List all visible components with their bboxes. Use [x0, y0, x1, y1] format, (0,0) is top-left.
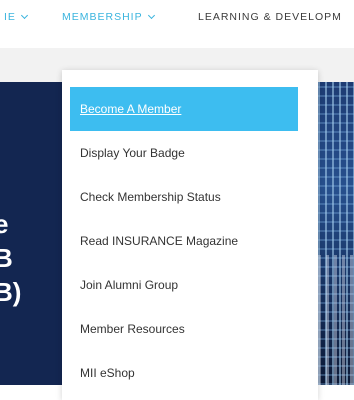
building-lights — [318, 255, 354, 385]
menu-item-member-resources[interactable]: Member Resources — [70, 307, 298, 351]
nav-item-learning-label: LEARNING & DEVELOPM — [198, 11, 342, 23]
nav-item-membership-label: MEMBERSHIP — [62, 11, 143, 23]
nav-item-prev[interactable]: IE — [4, 11, 28, 23]
chevron-down-icon — [147, 11, 155, 20]
menu-item-become-a-member[interactable]: Become A Member — [70, 87, 298, 131]
membership-dropdown-menu: Become A Member Display Your Badge Check… — [62, 70, 318, 400]
nav-item-prev-label: IE — [4, 11, 16, 23]
menu-item-read-insurance-magazine[interactable]: Read INSURANCE Magazine — [70, 219, 298, 263]
nav-item-learning-development[interactable]: LEARNING & DEVELOPM — [198, 11, 342, 23]
menu-item-join-alumni-group[interactable]: Join Alumni Group — [70, 263, 298, 307]
menu-item-mii-eshop[interactable]: MII eShop — [70, 351, 298, 395]
top-navigation: IE MEMBERSHIP LEARNING & DEVELOPM — [0, 0, 354, 48]
hero-heading-line-2: B — [0, 243, 13, 273]
hero-heading-line-1: e — [0, 209, 9, 239]
hero-building-image — [318, 82, 354, 385]
chevron-down-icon — [20, 11, 28, 20]
hero-heading-line-3: B) — [0, 277, 22, 307]
nav-item-membership[interactable]: MEMBERSHIP — [62, 11, 155, 23]
menu-item-check-membership-status[interactable]: Check Membership Status — [70, 175, 298, 219]
menu-item-display-your-badge[interactable]: Display Your Badge — [70, 131, 298, 175]
hero-banner: e B B) — [0, 82, 62, 385]
